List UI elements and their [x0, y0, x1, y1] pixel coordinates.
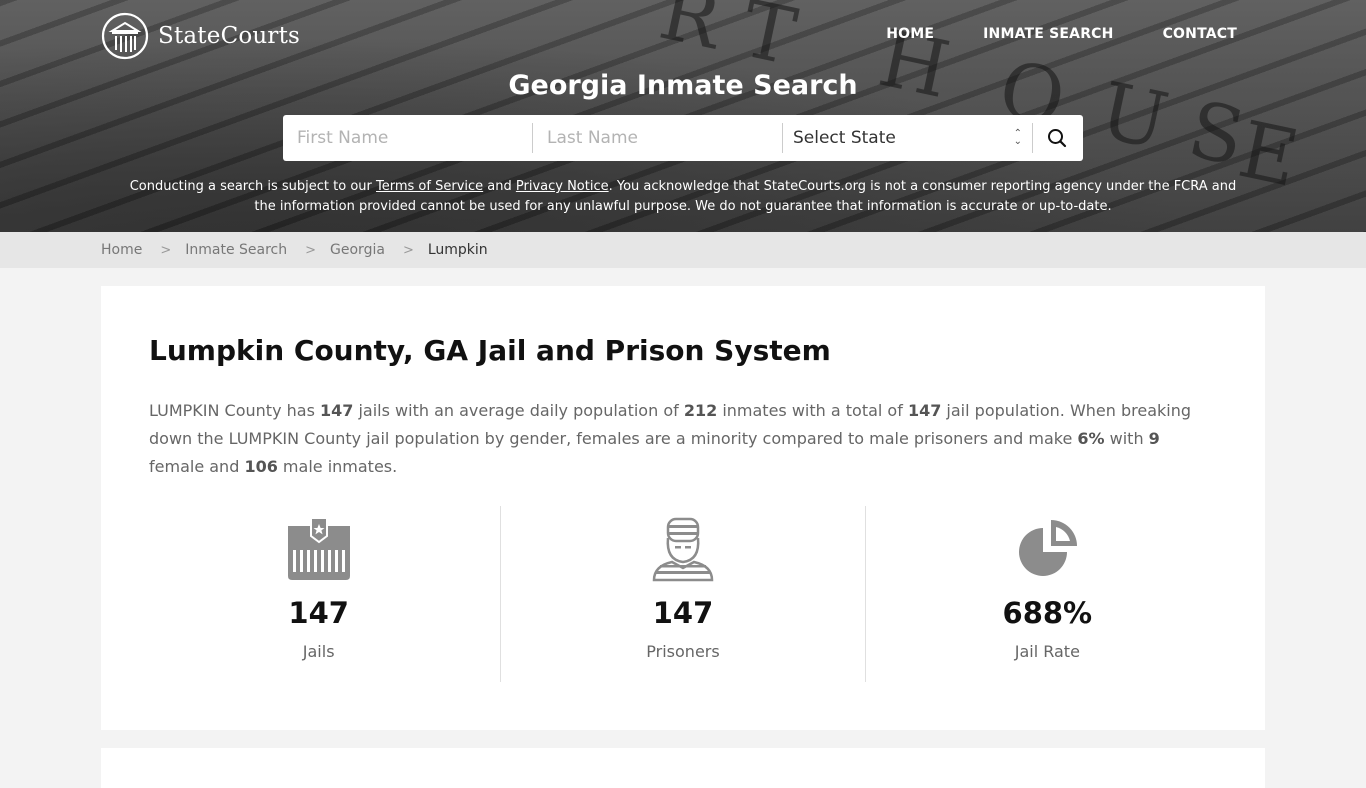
nav-home[interactable]: HOME — [886, 26, 934, 42]
search-icon — [1048, 129, 1067, 148]
nav-inmate-search[interactable]: INMATE SEARCH — [983, 26, 1113, 42]
county-summary-text: LUMPKIN County has 147 jails with an ave… — [149, 401, 1192, 476]
last-name-input[interactable] — [547, 128, 767, 148]
stat-jails: 147 Jails — [137, 506, 500, 682]
breadcrumb-inmate-search[interactable]: Inmate Search — [185, 242, 287, 258]
stat-value: 688% — [1002, 596, 1093, 630]
last-name-field-wrapper — [533, 123, 783, 153]
next-section-card — [101, 748, 1265, 788]
jails-count: 147 — [319, 401, 354, 420]
breadcrumb-home[interactable]: Home — [101, 242, 142, 258]
inmate-search-form: Select State ⌃⌄ — [283, 115, 1083, 161]
terms-of-service-link[interactable]: Terms of Service — [376, 179, 483, 194]
stat-value: 147 — [652, 596, 714, 630]
main-nav: HOME INMATE SEARCH CONTACT — [886, 26, 1237, 42]
female-count: 9 — [1148, 429, 1160, 448]
page-hero-title: Georgia Inmate Search — [508, 70, 858, 101]
search-button[interactable] — [1033, 115, 1081, 161]
breadcrumb: Home > Inmate Search > Georgia > Lumpkin — [0, 232, 1366, 268]
chevron-right-icon: > — [160, 242, 172, 258]
select-arrows-icon: ⌃ ⌄ — [1013, 128, 1022, 147]
stat-label: Prisoners — [646, 642, 720, 661]
hero-banner: R T H O U S E StateCourts HOME INMATE SE… — [0, 0, 1366, 232]
page-title: Lumpkin County, GA Jail and Prison Syste… — [149, 334, 831, 367]
state-select-value: Select State — [793, 128, 896, 148]
stat-jail-rate: 688% Jail Rate — [864, 506, 1229, 682]
breadcrumb-georgia[interactable]: Georgia — [330, 242, 385, 258]
stat-prisoners: 147 Prisoners — [500, 506, 864, 682]
search-disclaimer: Conducting a search is subject to our Te… — [120, 177, 1246, 217]
chevron-right-icon: > — [305, 242, 317, 258]
stat-label: Jails — [302, 642, 335, 661]
logo-text: StateCourts — [158, 23, 301, 49]
county-summary-card: Lumpkin County, GA Jail and Prison Syste… — [101, 286, 1265, 730]
male-count: 106 — [244, 457, 278, 476]
avg-daily-population: 212 — [683, 401, 718, 420]
privacy-notice-link[interactable]: Privacy Notice — [516, 179, 609, 194]
pie-chart-icon — [1019, 520, 1078, 576]
state-select[interactable]: Select State ⌃ ⌄ — [783, 123, 1033, 153]
disclaimer-text: Conducting a search is subject to our — [129, 179, 377, 194]
first-name-field-wrapper — [283, 123, 533, 153]
stats-row: 147 Jails 147 Prisoners 688% Jail Rate — [137, 506, 1229, 682]
site-logo[interactable]: StateCourts — [101, 12, 300, 60]
chevron-right-icon: > — [402, 242, 414, 258]
stat-value: 147 — [288, 596, 349, 630]
total-population: 147 — [907, 401, 942, 420]
female-percent: 6% — [1077, 429, 1105, 448]
first-name-input[interactable] — [297, 128, 517, 148]
nav-contact[interactable]: CONTACT — [1163, 26, 1237, 42]
stat-label: Jail Rate — [1014, 642, 1080, 661]
jail-icon — [287, 517, 350, 580]
courthouse-logo-icon — [101, 12, 149, 60]
disclaimer-text: and — [483, 179, 516, 194]
prisoner-icon — [652, 517, 714, 582]
breadcrumb-current: Lumpkin — [427, 242, 488, 258]
